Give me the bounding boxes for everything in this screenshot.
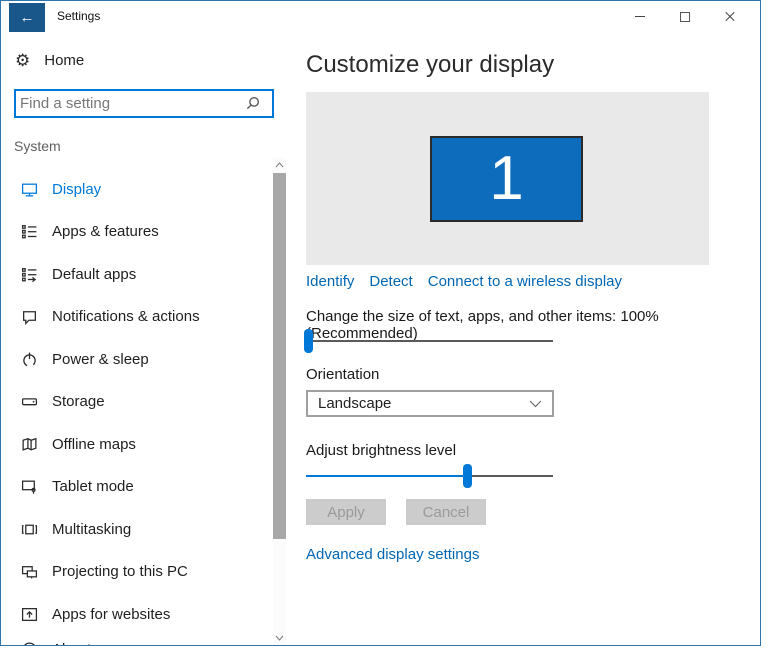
projecting-icon — [21, 563, 38, 580]
multitasking-icon — [21, 521, 38, 538]
section-label-system: System — [14, 138, 61, 154]
sidebar-item-home[interactable]: ⚙ Home — [15, 50, 85, 70]
monitor-preview[interactable]: 1 — [430, 136, 583, 222]
minimize-button[interactable] — [617, 1, 662, 32]
display-preview-panel: 1 — [306, 92, 709, 265]
brightness-label: Adjust brightness level — [306, 442, 457, 459]
detect-link[interactable]: Detect — [369, 273, 412, 290]
about-icon — [21, 641, 38, 645]
sidebar-item-label: Apps & features — [52, 222, 159, 240]
close-button[interactable] — [707, 1, 752, 32]
sidebar-item-label: About — [52, 641, 91, 646]
sidebar-item-label: Display — [52, 180, 102, 198]
scroll-down-icon[interactable] — [273, 631, 286, 644]
maximize-icon — [679, 11, 690, 22]
brightness-slider-thumb[interactable] — [463, 464, 472, 488]
display-icon — [21, 181, 38, 198]
sidebar-item-display[interactable]: Display — [1, 168, 263, 210]
sidebar-item-multitasking[interactable]: Multitasking — [1, 508, 263, 550]
scaling-slider-thumb[interactable] — [304, 329, 313, 353]
orientation-dropdown[interactable]: Landscape — [306, 390, 554, 417]
apps-websites-icon — [21, 606, 38, 623]
home-label: Home — [44, 52, 85, 69]
window-title: Settings — [57, 9, 101, 23]
notifications-icon — [21, 308, 38, 325]
minimize-icon — [634, 16, 645, 17]
chevron-down-icon — [529, 395, 542, 413]
apply-button[interactable]: Apply — [306, 499, 386, 525]
offline-maps-icon — [21, 436, 38, 453]
orientation-label: Orientation — [306, 366, 380, 383]
apps-features-icon — [21, 223, 38, 240]
scaling-slider-track[interactable] — [306, 340, 553, 342]
back-button[interactable]: ← — [9, 3, 45, 32]
default-apps-icon — [21, 266, 38, 283]
page-title: Customize your display — [306, 51, 555, 78]
back-arrow-icon: ← — [19, 9, 35, 26]
sidebar-item-label: Power & sleep — [52, 350, 149, 368]
identify-link[interactable]: Identify — [306, 273, 354, 290]
title-bar: ← Settings — [1, 1, 760, 32]
cancel-button[interactable]: Cancel — [406, 499, 486, 525]
sidebar-item-storage[interactable]: Storage — [1, 380, 263, 422]
advanced-display-settings-link[interactable]: Advanced display settings — [306, 546, 479, 563]
sidebar-item-label: Default apps — [52, 265, 137, 283]
sidebar-item-offline-maps[interactable]: Offline maps — [1, 423, 263, 465]
settings-window: ← Settings ⚙ Home System Display Ap — [0, 0, 761, 646]
orientation-value: Landscape — [318, 395, 392, 412]
sidebar-item-label: Projecting to this PC — [52, 562, 188, 580]
sidebar-item-label: Apps for websites — [52, 605, 171, 623]
sidebar-item-projecting[interactable]: Projecting to this PC — [1, 550, 263, 592]
sidebar-scrollbar[interactable] — [273, 158, 286, 645]
brightness-slider-fill — [306, 475, 467, 477]
sidebar-item-apps-features[interactable]: Apps & features — [1, 210, 263, 252]
search-input[interactable] — [16, 95, 244, 112]
sidebar-item-label: Tablet mode — [52, 477, 134, 495]
power-icon — [21, 351, 38, 368]
sidebar-item-label: Offline maps — [52, 435, 136, 453]
gear-icon: ⚙ — [15, 50, 31, 70]
wireless-display-link[interactable]: Connect to a wireless display — [428, 273, 622, 290]
sidebar-item-label: Storage — [52, 392, 105, 410]
scaling-slider[interactable] — [304, 329, 553, 353]
sidebar-item-label: Multitasking — [52, 520, 132, 538]
sidebar-item-default-apps[interactable]: Default apps — [1, 253, 263, 295]
scrollbar-thumb[interactable] — [273, 173, 286, 539]
sidebar-item-power-sleep[interactable]: Power & sleep — [1, 338, 263, 380]
tablet-mode-icon — [21, 478, 38, 495]
close-icon — [724, 11, 736, 23]
scroll-up-icon[interactable] — [273, 158, 286, 171]
sidebar-item-about[interactable]: About — [1, 628, 263, 646]
magnifier-icon[interactable] — [244, 95, 264, 112]
sidebar-item-label: Notifications & actions — [52, 307, 200, 325]
sidebar-item-notifications[interactable]: Notifications & actions — [1, 295, 263, 337]
storage-icon — [21, 393, 38, 410]
maximize-button[interactable] — [662, 1, 707, 32]
monitor-number: 1 — [489, 144, 524, 213]
brightness-slider[interactable] — [306, 464, 553, 488]
sidebar-item-tablet-mode[interactable]: Tablet mode — [1, 465, 263, 507]
search-box — [14, 89, 274, 118]
